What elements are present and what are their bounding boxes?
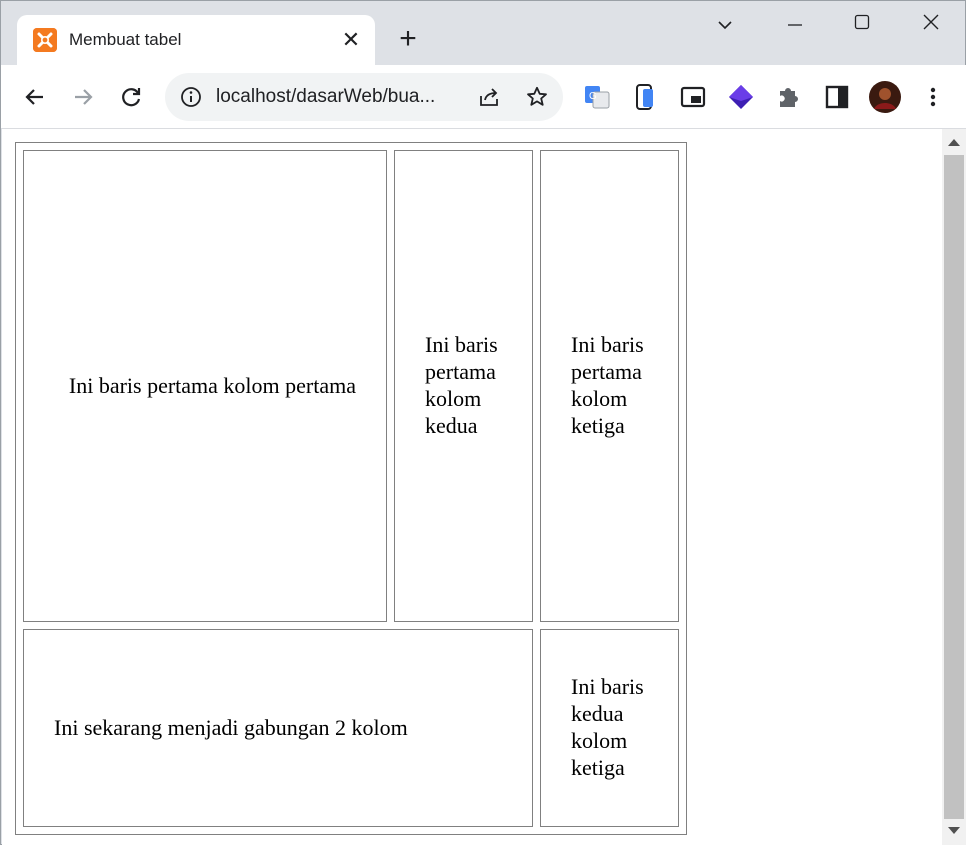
xampp-favicon-icon xyxy=(33,28,57,52)
cell-row2-merged: Ini sekarang menjadi gabungan 2 kolom xyxy=(23,629,533,827)
table-row: Ini sekarang menjadi gabungan 2 kolom In… xyxy=(23,629,679,827)
cell-row1-col2: Ini baris pertama kolom kedua xyxy=(394,150,533,622)
browser-toolbar: localhost/dasarWeb/bua... G xyxy=(1,65,966,129)
profile-avatar[interactable] xyxy=(869,81,901,113)
bookmark-star-icon[interactable] xyxy=(525,85,549,114)
demo-table: Ini baris pertama kolom pertama Ini bari… xyxy=(15,142,687,835)
site-info-icon[interactable] xyxy=(179,85,203,114)
close-window-icon[interactable] xyxy=(911,9,951,39)
new-tab-icon[interactable]: + xyxy=(393,24,423,55)
extension-diamond-icon[interactable] xyxy=(725,81,757,113)
scroll-down-icon[interactable] xyxy=(948,827,960,834)
tab-close-icon[interactable]: ✕ xyxy=(339,28,363,52)
menu-icon[interactable] xyxy=(917,81,949,113)
back-icon[interactable] xyxy=(19,81,51,113)
tab-strip: Membuat tabel ✕ + xyxy=(1,1,966,65)
picture-in-picture-icon[interactable] xyxy=(677,81,709,113)
page-viewport: Ini baris pertama kolom pertama Ini bari… xyxy=(2,129,942,845)
tab-title: Membuat tabel xyxy=(69,30,182,49)
vertical-scrollbar[interactable] xyxy=(942,129,966,845)
url-text: localhost/dasarWeb/bua... xyxy=(216,86,436,107)
browser-window: Membuat tabel ✕ + localhost/dasarWeb/bua… xyxy=(0,0,966,845)
extensions-puzzle-icon[interactable] xyxy=(773,81,805,113)
tab-membuat-tabel[interactable]: Membuat tabel ✕ xyxy=(17,15,375,65)
cell-row2-col3: Ini baris kedua kolom ketiga xyxy=(540,629,679,827)
cell-row1-col1: Ini baris pertama kolom pertama xyxy=(23,150,387,622)
translate-icon[interactable]: G xyxy=(581,81,613,113)
reload-icon[interactable] xyxy=(115,81,147,113)
address-bar[interactable]: localhost/dasarWeb/bua... xyxy=(165,73,563,121)
share-icon[interactable] xyxy=(477,85,501,114)
tab-search-icon[interactable] xyxy=(705,9,745,39)
scroll-up-icon[interactable] xyxy=(948,139,960,146)
cell-row1-col3: Ini baris pertama kolom ketiga xyxy=(540,150,679,622)
forward-icon[interactable] xyxy=(67,81,99,113)
phone-icon[interactable] xyxy=(629,81,661,113)
maximize-icon[interactable] xyxy=(842,9,882,39)
side-panel-icon[interactable] xyxy=(821,81,853,113)
scroll-thumb[interactable] xyxy=(944,155,964,819)
table-row: Ini baris pertama kolom pertama Ini bari… xyxy=(23,150,679,622)
minimize-icon[interactable] xyxy=(775,9,815,39)
svg-text:G: G xyxy=(589,91,597,102)
